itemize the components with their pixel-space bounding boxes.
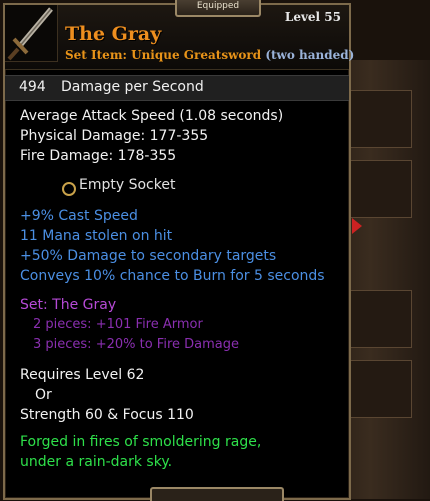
magic-stat: 11 Mana stolen on hit <box>20 228 173 244</box>
magic-stat: +9% Cast Speed <box>20 208 138 224</box>
item-tooltip: Equipped The Gray Level 55 Set Item: Uni… <box>3 0 354 500</box>
hands-label: (two handed) <box>265 48 355 62</box>
item-type: Set Item: Unique Greatsword (two handed) <box>65 48 354 62</box>
item-level: Level 55 <box>284 10 341 24</box>
equipment-slot[interactable] <box>350 160 412 218</box>
red-arrow-icon[interactable] <box>352 218 362 234</box>
flavor-text-2: under a rain-dark sky. <box>20 454 173 470</box>
magic-stat: Conveys 10% chance to Burn for 5 seconds <box>20 268 325 284</box>
set-bonus-2: 2 pieces: +101 Fire Armor <box>33 317 203 332</box>
item-type-label: Set Item: Unique Greatsword <box>65 48 262 62</box>
item-name: The Gray <box>65 23 162 45</box>
set-title: Set: The Gray <box>20 297 117 313</box>
requires-attributes: Strength 60 & Focus 110 <box>20 407 194 423</box>
dps-label: Damage per Second <box>61 79 204 95</box>
attack-speed: Average Attack Speed (1.08 seconds) <box>20 108 284 124</box>
requires-level: Requires Level 62 <box>20 367 145 383</box>
equipped-tab: Equipped <box>175 0 261 17</box>
empty-socket: Empty Socket <box>79 177 176 193</box>
socket-icon <box>62 182 76 196</box>
greatsword-icon <box>7 7 53 61</box>
magic-stat: +50% Damage to secondary targets <box>20 248 277 264</box>
dps-value: 494 <box>19 79 46 95</box>
fire-damage: Fire Damage: 178-355 <box>20 148 177 164</box>
equipment-slot[interactable] <box>350 90 412 148</box>
tooltip-header: Equipped The Gray Level 55 Set Item: Uni… <box>5 0 354 70</box>
requires-or: Or <box>35 387 52 403</box>
dps-bar: 494 Damage per Second <box>5 75 349 101</box>
equipment-slot[interactable] <box>350 360 412 418</box>
flavor-text-1: Forged in fires of smoldering rage, <box>20 434 262 450</box>
item-icon-frame <box>5 5 58 62</box>
set-bonus-3: 3 pieces: +20% to Fire Damage <box>33 337 239 352</box>
physical-damage: Physical Damage: 177-355 <box>20 128 209 144</box>
equipment-slot[interactable] <box>350 290 412 348</box>
